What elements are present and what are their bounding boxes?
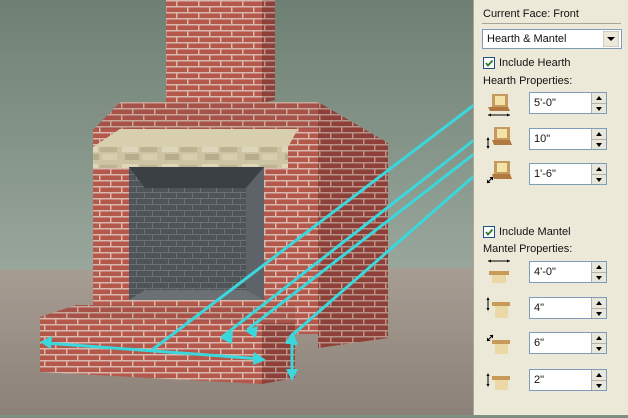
arrow-up-icon <box>596 301 602 305</box>
arrow-down-icon <box>596 107 602 111</box>
arrow-up-icon <box>596 336 602 340</box>
include-mantel-checkbox[interactable] <box>483 226 495 238</box>
include-hearth-checkbox[interactable] <box>483 57 495 69</box>
spin-down-button[interactable] <box>592 272 606 283</box>
mantel-offset-icon <box>484 364 514 394</box>
mantel-width-value: 4'-0" <box>534 266 556 278</box>
arrow-down-icon <box>596 178 602 182</box>
arrow-down-icon <box>596 384 602 388</box>
arrow-up-icon <box>596 167 602 171</box>
spin-down-button[interactable] <box>592 103 606 114</box>
arrow-down-icon <box>596 312 602 316</box>
hearth-height-input[interactable]: 10" <box>529 128 607 150</box>
include-hearth-label: Include Hearth <box>499 57 571 69</box>
spin-up-button[interactable] <box>592 164 606 174</box>
mantel-depth-input[interactable]: 6" <box>529 332 607 354</box>
mantel-depth-value: 6" <box>534 337 545 349</box>
spin-down-button[interactable] <box>592 174 606 185</box>
spin-down-button[interactable] <box>592 308 606 319</box>
mantel-depth-icon <box>484 327 514 357</box>
fireplace-viewport[interactable] <box>0 0 473 415</box>
hearth-depth-input[interactable]: 1'-6" <box>529 163 607 185</box>
arrow-down-icon <box>596 143 602 147</box>
spin-up-button[interactable] <box>592 370 606 380</box>
mantel-height-input[interactable]: 4" <box>529 297 607 319</box>
hearth-depth-value: 1'-6" <box>534 168 556 180</box>
arrow-up-icon <box>596 132 602 136</box>
mantel-width-icon <box>484 256 514 286</box>
include-mantel-label: Include Mantel <box>499 226 571 238</box>
spin-up-button[interactable] <box>592 93 606 103</box>
arrow-down-icon <box>596 276 602 280</box>
spin-down-button[interactable] <box>592 343 606 354</box>
checkmark-icon <box>485 59 494 67</box>
hearth-properties-heading: Hearth Properties: <box>483 75 573 87</box>
spin-up-button[interactable] <box>592 333 606 343</box>
checkmark-icon <box>485 228 494 236</box>
spin-up-button[interactable] <box>592 262 606 272</box>
arrow-up-icon <box>596 373 602 377</box>
mantel-properties-heading: Mantel Properties: <box>483 243 573 255</box>
arrow-up-icon <box>596 265 602 269</box>
hearth-width-input[interactable]: 5'-0" <box>529 92 607 114</box>
mantel-height-icon <box>484 292 514 322</box>
fireplace-render <box>0 0 473 415</box>
divider <box>482 23 621 24</box>
spin-up-button[interactable] <box>592 129 606 139</box>
hearth-height-icon <box>484 122 514 152</box>
arrow-up-icon <box>596 96 602 100</box>
face-select-value: Hearth & Mantel <box>487 33 567 45</box>
hearth-depth-icon <box>484 157 514 187</box>
spin-up-button[interactable] <box>592 298 606 308</box>
mantel-offset-value: 2" <box>534 374 545 386</box>
hearth-height-value: 10" <box>534 133 551 145</box>
arrow-down-icon <box>596 347 602 351</box>
spin-down-button[interactable] <box>592 380 606 391</box>
spin-down-button[interactable] <box>592 139 606 150</box>
properties-panel: Current Face: Front Hearth & Mantel Incl… <box>473 0 628 415</box>
current-face-label: Current Face: Front <box>483 8 579 20</box>
mantel-width-input[interactable]: 4'-0" <box>529 261 607 283</box>
hearth-width-icon <box>484 88 514 118</box>
mantel-offset-input[interactable]: 2" <box>529 369 607 391</box>
face-select[interactable]: Hearth & Mantel <box>482 29 622 49</box>
mantel-height-value: 4" <box>534 302 545 314</box>
chevron-down-icon[interactable] <box>603 31 619 47</box>
hearth-width-value: 5'-0" <box>534 97 556 109</box>
